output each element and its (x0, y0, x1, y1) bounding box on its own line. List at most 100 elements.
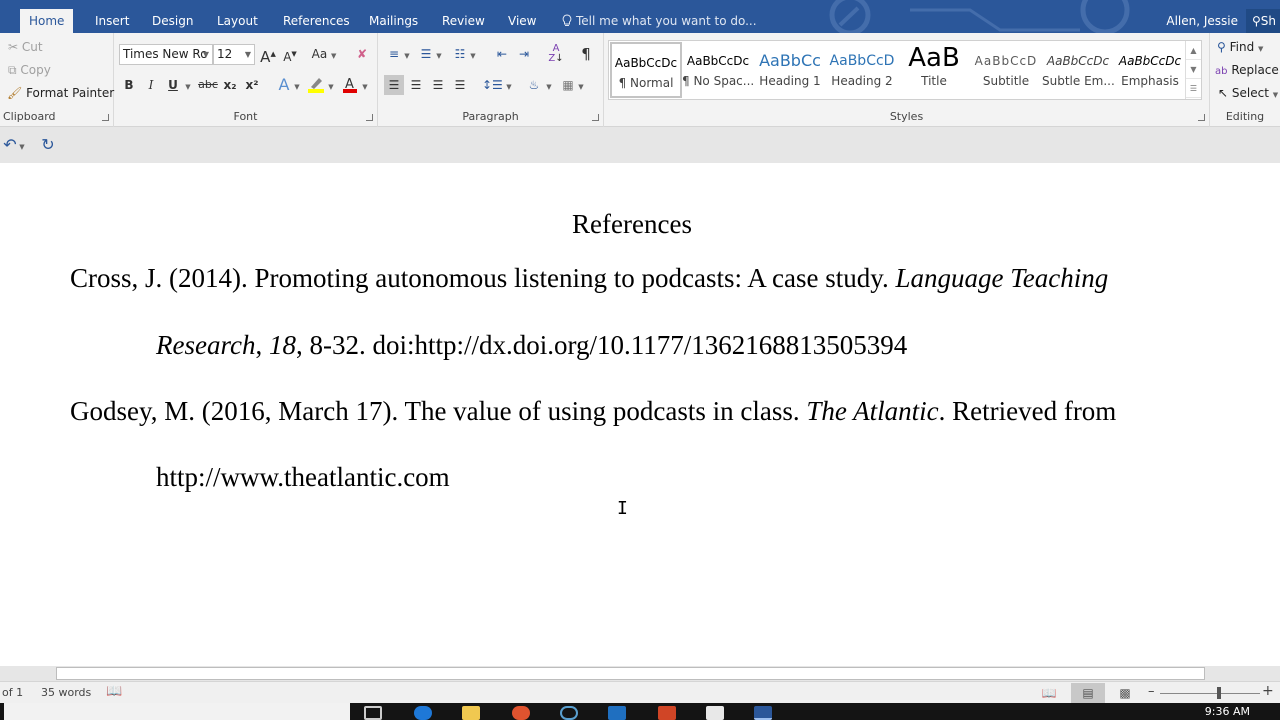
outlook-icon[interactable] (608, 706, 626, 720)
cut-button[interactable]: ✂ Cut (8, 40, 43, 54)
document-page[interactable]: References Cross, J. (2014). Promoting a… (0, 163, 1280, 666)
text-effects-dropdown[interactable]: ▼ (292, 75, 302, 95)
read-mode-icon[interactable]: 📖 (1032, 683, 1066, 703)
styles-more-icon[interactable]: ☰ (1186, 79, 1201, 98)
superscript-button[interactable]: x² (242, 75, 262, 95)
powerpoint-icon[interactable] (658, 706, 676, 720)
numbering-button[interactable]: ☰ (416, 44, 436, 64)
edge-browser-icon[interactable] (414, 706, 432, 720)
font-size-dropdown[interactable]: 12 ▼ (213, 44, 255, 65)
bullets-dropdown[interactable]: ▼ (402, 44, 412, 64)
style-subtle-emphasis[interactable]: AaBbCcDc Subtle Em... (1042, 42, 1114, 98)
increase-indent-button[interactable]: ⇥ (514, 44, 534, 64)
bold-button[interactable]: B (119, 75, 139, 95)
line-spacing-dropdown[interactable]: ▼ (504, 75, 514, 95)
zoom-slider-thumb[interactable] (1217, 687, 1221, 699)
tab-mailings[interactable]: Mailings (360, 9, 427, 33)
highlight-color-button[interactable] (306, 75, 326, 95)
user-account[interactable]: Allen, Jessie (1166, 9, 1238, 33)
text-effects-icon[interactable]: A (274, 75, 294, 95)
show-formatting-button[interactable]: ¶ (576, 44, 596, 64)
shrink-font-button[interactable]: A▼ (280, 44, 300, 64)
clipboard-dialog-launcher[interactable] (102, 114, 109, 121)
paragraph-dialog-launcher[interactable] (592, 114, 599, 121)
align-center-button[interactable]: ☰ (406, 75, 426, 95)
decrease-indent-button[interactable]: ⇤ (492, 44, 512, 64)
justify-button[interactable]: ☰ (450, 75, 470, 95)
style-subtitle[interactable]: AaBbCcD Subtitle (970, 42, 1042, 98)
tab-insert[interactable]: Insert (86, 9, 138, 33)
tab-view[interactable]: View (499, 9, 545, 33)
word-icon[interactable] (754, 706, 772, 720)
style-heading-2[interactable]: AaBbCcD Heading 2 (826, 42, 898, 98)
underline-button[interactable]: U (163, 75, 183, 95)
reference-text: . Retrieved from (938, 396, 1117, 426)
zoom-out-icon[interactable]: – (1148, 684, 1155, 699)
change-case-button[interactable]: Aa ▼ (310, 44, 338, 64)
borders-icon[interactable]: ▦ (558, 75, 578, 95)
numbering-dropdown[interactable]: ▼ (434, 44, 444, 64)
scrollbar-thumb[interactable] (56, 667, 1205, 680)
zoom-slider-track[interactable] (1160, 693, 1260, 694)
proofing-icon[interactable]: 📖 (106, 684, 122, 699)
repeat-icon[interactable]: ↻ (38, 135, 58, 155)
zoom-in-icon[interactable]: + (1262, 683, 1274, 699)
taskbar-clock[interactable]: 9:36 AM (1205, 705, 1250, 718)
file-explorer-icon[interactable] (462, 706, 480, 720)
copy-button[interactable]: ⧉ Copy (8, 63, 51, 78)
format-painter-button[interactable]: 🖌 Format Painter (7, 86, 114, 100)
tab-review[interactable]: Review (433, 9, 494, 33)
document-area[interactable]: References Cross, J. (2014). Promoting a… (0, 163, 1280, 666)
font-color-dropdown[interactable]: ▼ (360, 75, 370, 95)
multilevel-list-dropdown[interactable]: ▼ (468, 44, 478, 64)
grow-font-button[interactable]: A▲ (258, 44, 278, 66)
select-button[interactable]: ↖ Select ▼ (1218, 86, 1278, 100)
highlight-color-dropdown[interactable]: ▼ (326, 75, 336, 95)
align-left-button[interactable]: ☰ (384, 75, 404, 95)
task-view-icon[interactable] (364, 706, 382, 720)
strikethrough-button[interactable]: abc (197, 75, 219, 95)
font-family-dropdown[interactable]: Times New Ro ▼ (119, 44, 213, 65)
undo-dropdown[interactable]: ▼ (17, 135, 27, 155)
tab-layout[interactable]: Layout (208, 9, 267, 33)
app-icon[interactable] (706, 706, 724, 720)
style-heading-1[interactable]: AaBbCc Heading 1 (754, 42, 826, 98)
tab-design[interactable]: Design (143, 9, 202, 33)
style-title[interactable]: AaB Title (898, 42, 970, 98)
tab-references[interactable]: References (274, 9, 359, 33)
styles-dialog-launcher[interactable] (1198, 114, 1205, 121)
word-count[interactable]: 35 words (41, 686, 91, 699)
cut-label: Cut (21, 40, 43, 54)
web-layout-icon[interactable]: ▩ (1108, 683, 1142, 703)
clear-formatting-icon[interactable]: ✘ (352, 44, 372, 64)
sort-button[interactable]: A Z↓ (546, 44, 566, 64)
style-no-spacing[interactable]: AaBbCcDc ¶ No Spac... (682, 42, 754, 98)
page-count[interactable]: of 1 (2, 686, 23, 699)
font-dialog-launcher[interactable] (366, 114, 373, 121)
cortana-icon[interactable] (560, 706, 578, 720)
share-button[interactable]: ⚲Sh (1246, 9, 1280, 33)
font-color-button[interactable]: A (340, 75, 360, 95)
style-normal[interactable]: AaBbCcDc ¶ Normal (610, 42, 682, 98)
align-right-button[interactable]: ☰ (428, 75, 448, 95)
style-emphasis[interactable]: AaBbCcDc Emphasis (1114, 42, 1186, 98)
multilevel-list-button[interactable]: ☷ (450, 44, 470, 64)
line-spacing-button[interactable]: ↕☰ (482, 75, 503, 95)
taskbar-search-box[interactable] (4, 703, 350, 720)
tell-me-search[interactable]: Tell me what you want to do... (562, 9, 757, 33)
borders-dropdown[interactable]: ▼ (576, 75, 586, 95)
shading-bucket-icon[interactable]: ♨ (524, 75, 544, 95)
italic-button[interactable]: I (141, 75, 161, 95)
tab-home[interactable]: Home (20, 9, 74, 33)
styles-scroll-up-icon[interactable]: ▲ (1186, 41, 1201, 60)
replace-button[interactable]: ab Replace (1215, 63, 1279, 77)
print-layout-icon[interactable]: ▤ (1071, 683, 1105, 703)
bullets-button[interactable]: ≡ (384, 44, 404, 64)
subscript-button[interactable]: x₂ (220, 75, 240, 95)
firefox-icon[interactable] (512, 706, 530, 720)
styles-scroll-down-icon[interactable]: ▼ (1186, 60, 1201, 79)
find-button[interactable]: ⚲ Find ▼ (1217, 40, 1263, 54)
horizontal-scrollbar[interactable] (0, 666, 1280, 681)
underline-options-dropdown[interactable]: ▼ (183, 75, 193, 95)
shading-dropdown[interactable]: ▼ (544, 75, 554, 95)
